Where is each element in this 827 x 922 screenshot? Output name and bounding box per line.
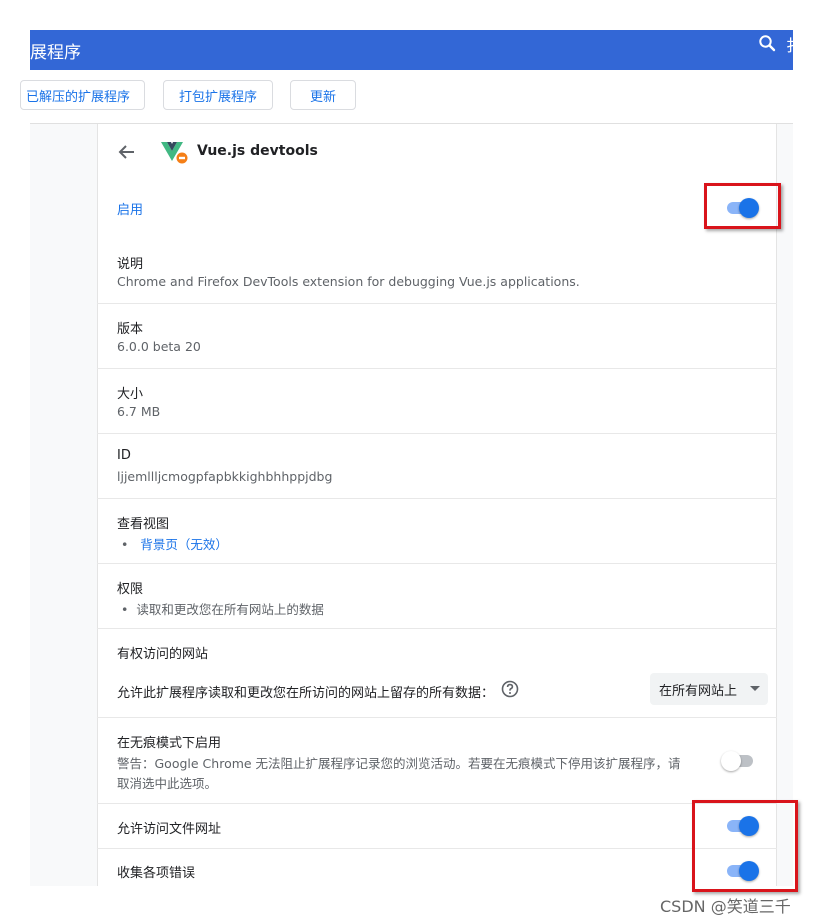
description-label: 说明	[117, 257, 144, 272]
version-value: 6.0.0 beta 20	[117, 339, 201, 354]
divider	[97, 368, 777, 369]
divider	[97, 498, 777, 499]
header-cut-text: 扌	[786, 36, 796, 54]
annotation-box-enable	[704, 183, 781, 229]
site-access-description: 允许此扩展程序读取和更改您在所访问的网站上留存的所有数据：	[117, 686, 495, 701]
extensions-header: 展程序	[30, 30, 793, 70]
background-page-link[interactable]: 背景页	[140, 537, 178, 552]
site-access-select[interactable]: 在所有网站上	[650, 673, 768, 705]
search-icon[interactable]	[757, 33, 779, 55]
version-label: 版本	[117, 322, 144, 337]
load-unpacked-button[interactable]: 已解压的扩展程序	[20, 80, 145, 110]
divider	[97, 717, 777, 718]
update-button[interactable]: 更新	[290, 80, 356, 110]
id-value: ljjemllljcmogpfapbkkighbhhppjdbg	[117, 469, 333, 484]
divider	[97, 563, 777, 564]
page-background-left	[30, 124, 97, 886]
inspect-views-label: 查看视图	[117, 517, 170, 532]
chevron-down-icon	[750, 686, 760, 691]
site-access-selected: 在所有网站上	[659, 683, 738, 699]
size-label: 大小	[117, 387, 144, 402]
page-background-right	[777, 124, 793, 886]
incognito-warning-line1: 警告：Google Chrome 无法阻止扩展程序记录您的浏览活动。若要在无痕模…	[117, 756, 681, 771]
help-icon[interactable]	[501, 680, 519, 698]
pack-extension-button[interactable]: 打包扩展程序	[163, 80, 273, 110]
divider	[97, 848, 777, 849]
permissions-label: 权限	[117, 582, 144, 597]
incognito-label: 在无痕模式下启用	[117, 736, 222, 751]
incognito-warning-line2: 取消选中此选项。	[117, 776, 218, 791]
permissions-item: 读取和更改您在所有网站上的数据	[117, 599, 324, 618]
back-arrow-icon[interactable]	[116, 141, 138, 163]
enabled-label: 启用	[117, 203, 144, 218]
divider	[97, 803, 777, 804]
inspect-views-item: 背景页（无效）	[117, 534, 228, 553]
collect-errors-label: 收集各项错误	[117, 866, 196, 881]
size-value: 6.7 MB	[117, 404, 161, 419]
annotation-box-toggles	[692, 800, 798, 892]
id-label: ID	[117, 448, 131, 463]
site-access-label: 有权访问的网站	[117, 647, 209, 662]
incognito-toggle[interactable]	[721, 751, 755, 771]
watermark: CSDN @笑道三千	[660, 897, 791, 916]
background-page-status: （无效）	[177, 537, 228, 552]
divider	[97, 433, 777, 434]
extension-name: Vue.js devtools	[197, 143, 318, 159]
header-title: 展程序	[30, 42, 81, 63]
divider	[97, 628, 777, 629]
divider	[97, 303, 777, 304]
description-value: Chrome and Firefox DevTools extension fo…	[117, 274, 580, 289]
permissions-item-text: 读取和更改您在所有网站上的数据	[136, 602, 324, 617]
vue-logo-icon	[160, 140, 188, 166]
file-urls-label: 允许访问文件网址	[117, 822, 222, 837]
